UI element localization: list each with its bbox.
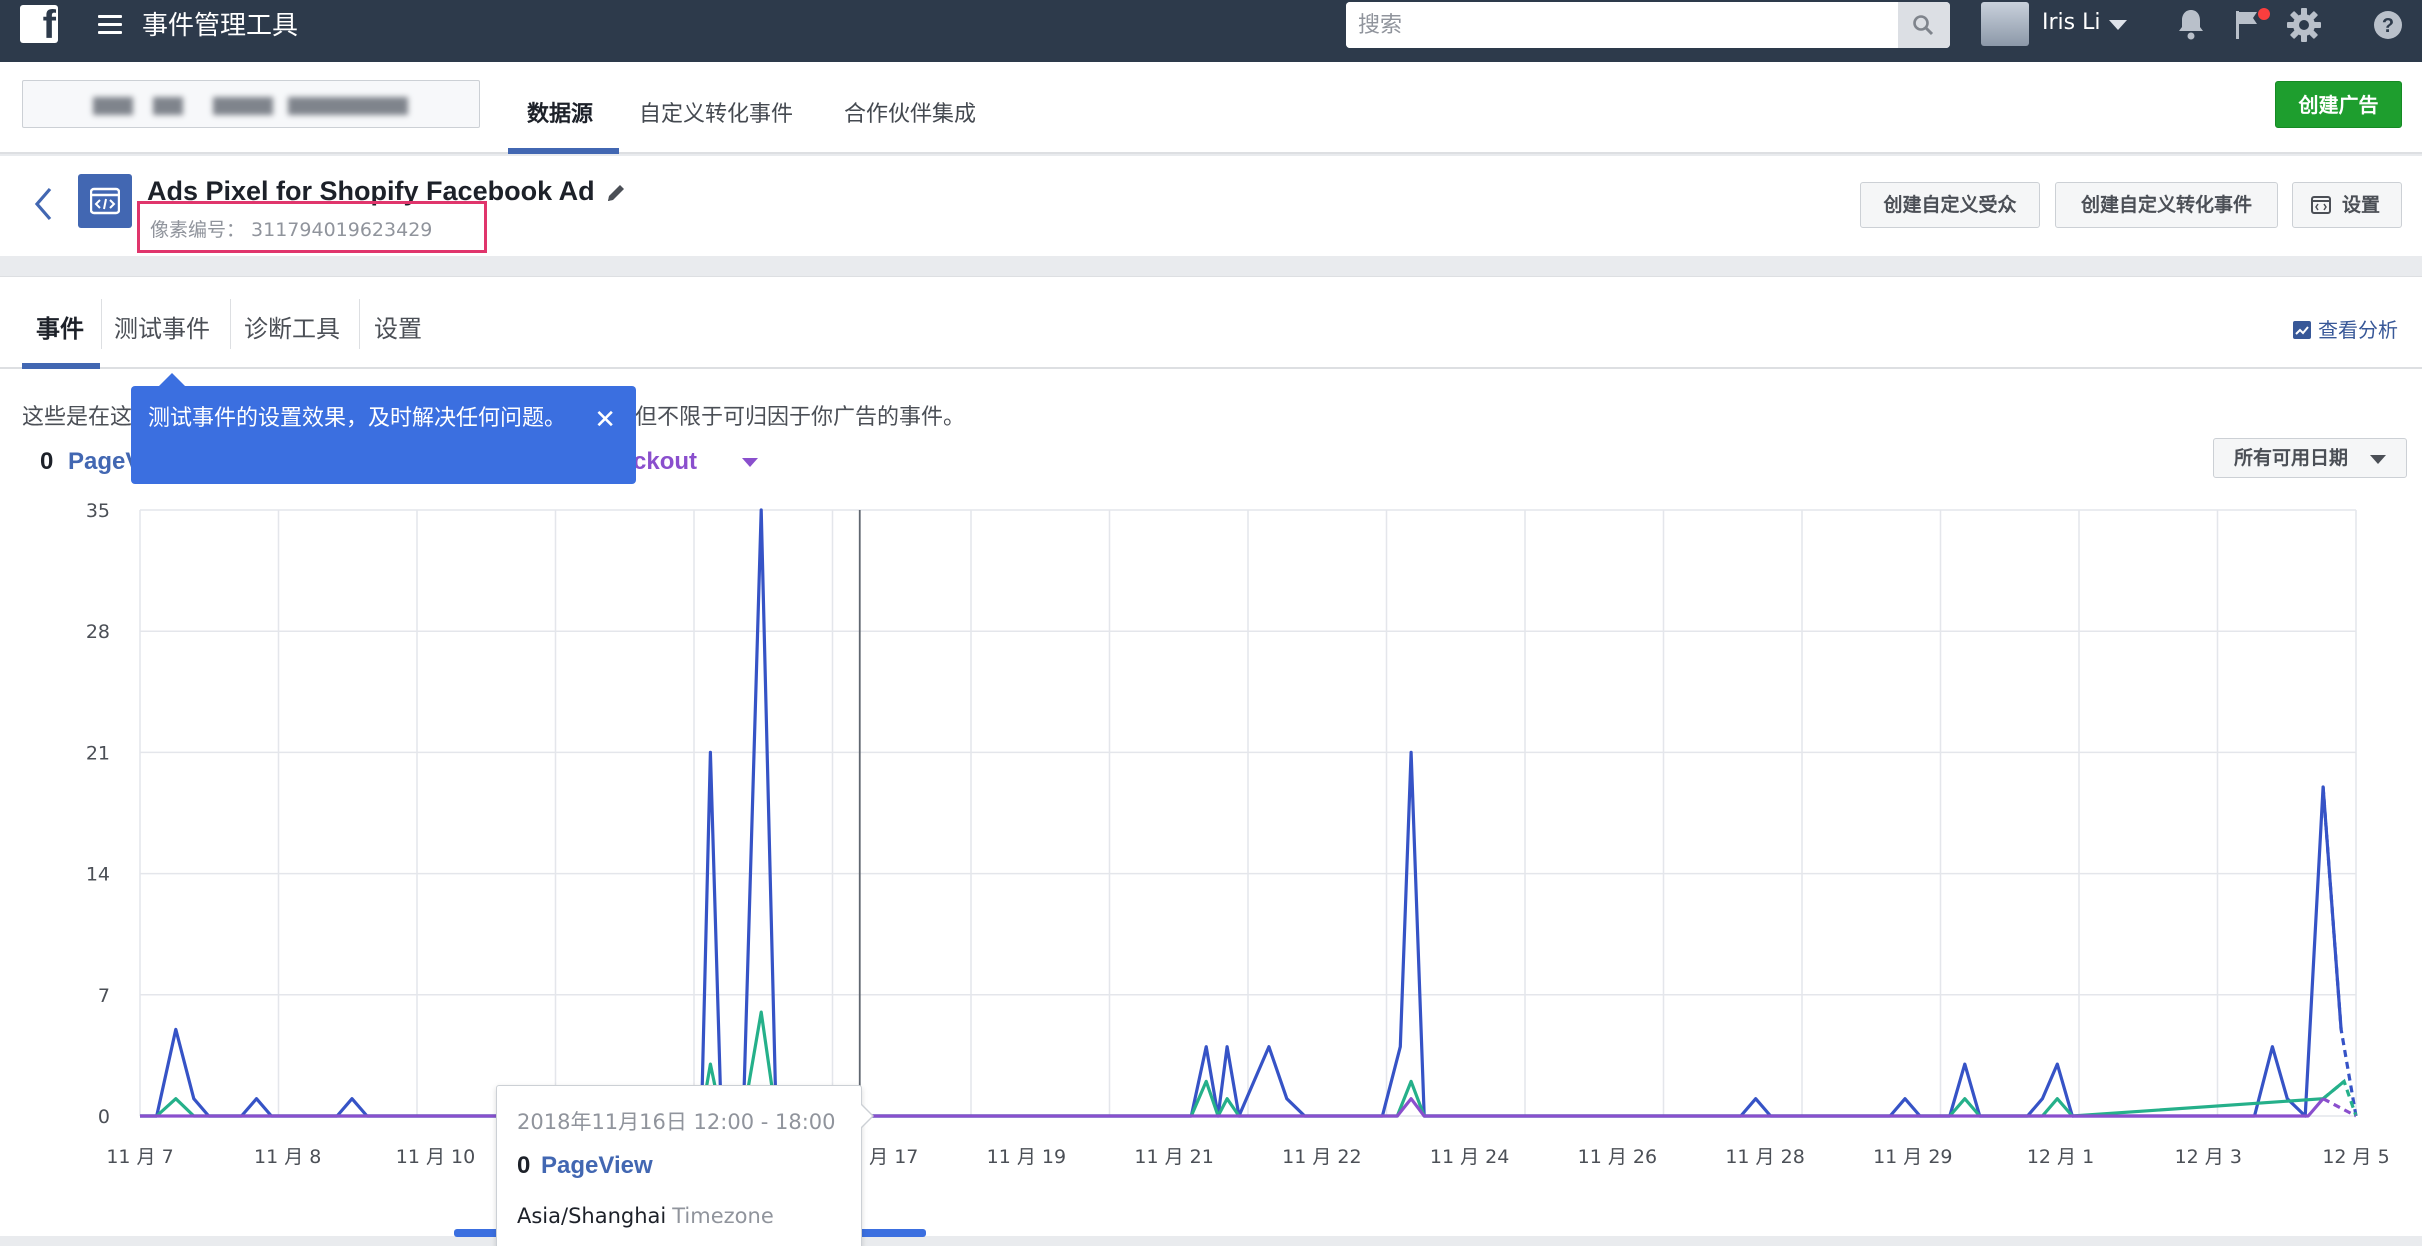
close-icon[interactable]: ✕ xyxy=(594,404,616,436)
y-tick-label: 7 xyxy=(98,985,110,1007)
chart-hover-tooltip: 2018年11月16日 12:00 - 18:00 0 PageView Asi… xyxy=(496,1085,874,1246)
coachmark-text: 测试事件的设置效果，及时解决任何问题。 xyxy=(148,406,567,431)
x-tick-label: 11 月 28 xyxy=(1725,1146,1804,1168)
page-bottom xyxy=(0,1236,2422,1246)
x-tick-label: 11 月 24 xyxy=(1430,1146,1509,1168)
y-tick-label: 28 xyxy=(86,621,110,643)
tooltip-count: 0 xyxy=(517,1152,531,1179)
x-tick-label: 11 月 7 xyxy=(106,1146,173,1168)
x-tick-label: 11 月 29 xyxy=(1873,1146,1952,1168)
tooltip-time-range: 2018年11月16日 12:00 - 18:00 xyxy=(517,1110,836,1134)
y-tick-label: 14 xyxy=(86,864,110,886)
x-tick-label: 11 月 10 xyxy=(396,1146,475,1168)
y-tick-label: 0 xyxy=(98,1106,110,1128)
x-tick-label: 11 月 22 xyxy=(1282,1146,1361,1168)
series-dashed-pageview xyxy=(2321,786,2358,1117)
x-tick-label: 11 月 26 xyxy=(1578,1146,1657,1168)
series-line-series-1 xyxy=(140,1010,2346,1118)
x-tick-label: 11 月 8 xyxy=(254,1146,321,1168)
x-tick-label: 12 月 5 xyxy=(2322,1146,2389,1168)
events-line-chart[interactable]: 071421283511 月 7 11 月 8 11 月 10 11 月 17 11 月… xyxy=(0,0,2422,1246)
tooltip-timezone: Asia/Shanghai Timezone xyxy=(517,1204,774,1228)
y-tick-label: 35 xyxy=(86,500,110,522)
x-tick-label: 12 月 3 xyxy=(2175,1146,2242,1168)
x-tick-label: 11 月 19 xyxy=(987,1146,1066,1168)
x-tick-label: 12 月 1 xyxy=(2027,1146,2094,1168)
tooltip-event-name: PageView xyxy=(541,1152,653,1179)
series-line-pageview xyxy=(140,508,2343,1118)
test-events-coachmark: 测试事件的设置效果，及时解决任何问题。 ✕ xyxy=(131,373,636,484)
y-tick-label: 21 xyxy=(86,742,110,764)
x-tick-label: 11 月 21 xyxy=(1134,1146,1213,1168)
